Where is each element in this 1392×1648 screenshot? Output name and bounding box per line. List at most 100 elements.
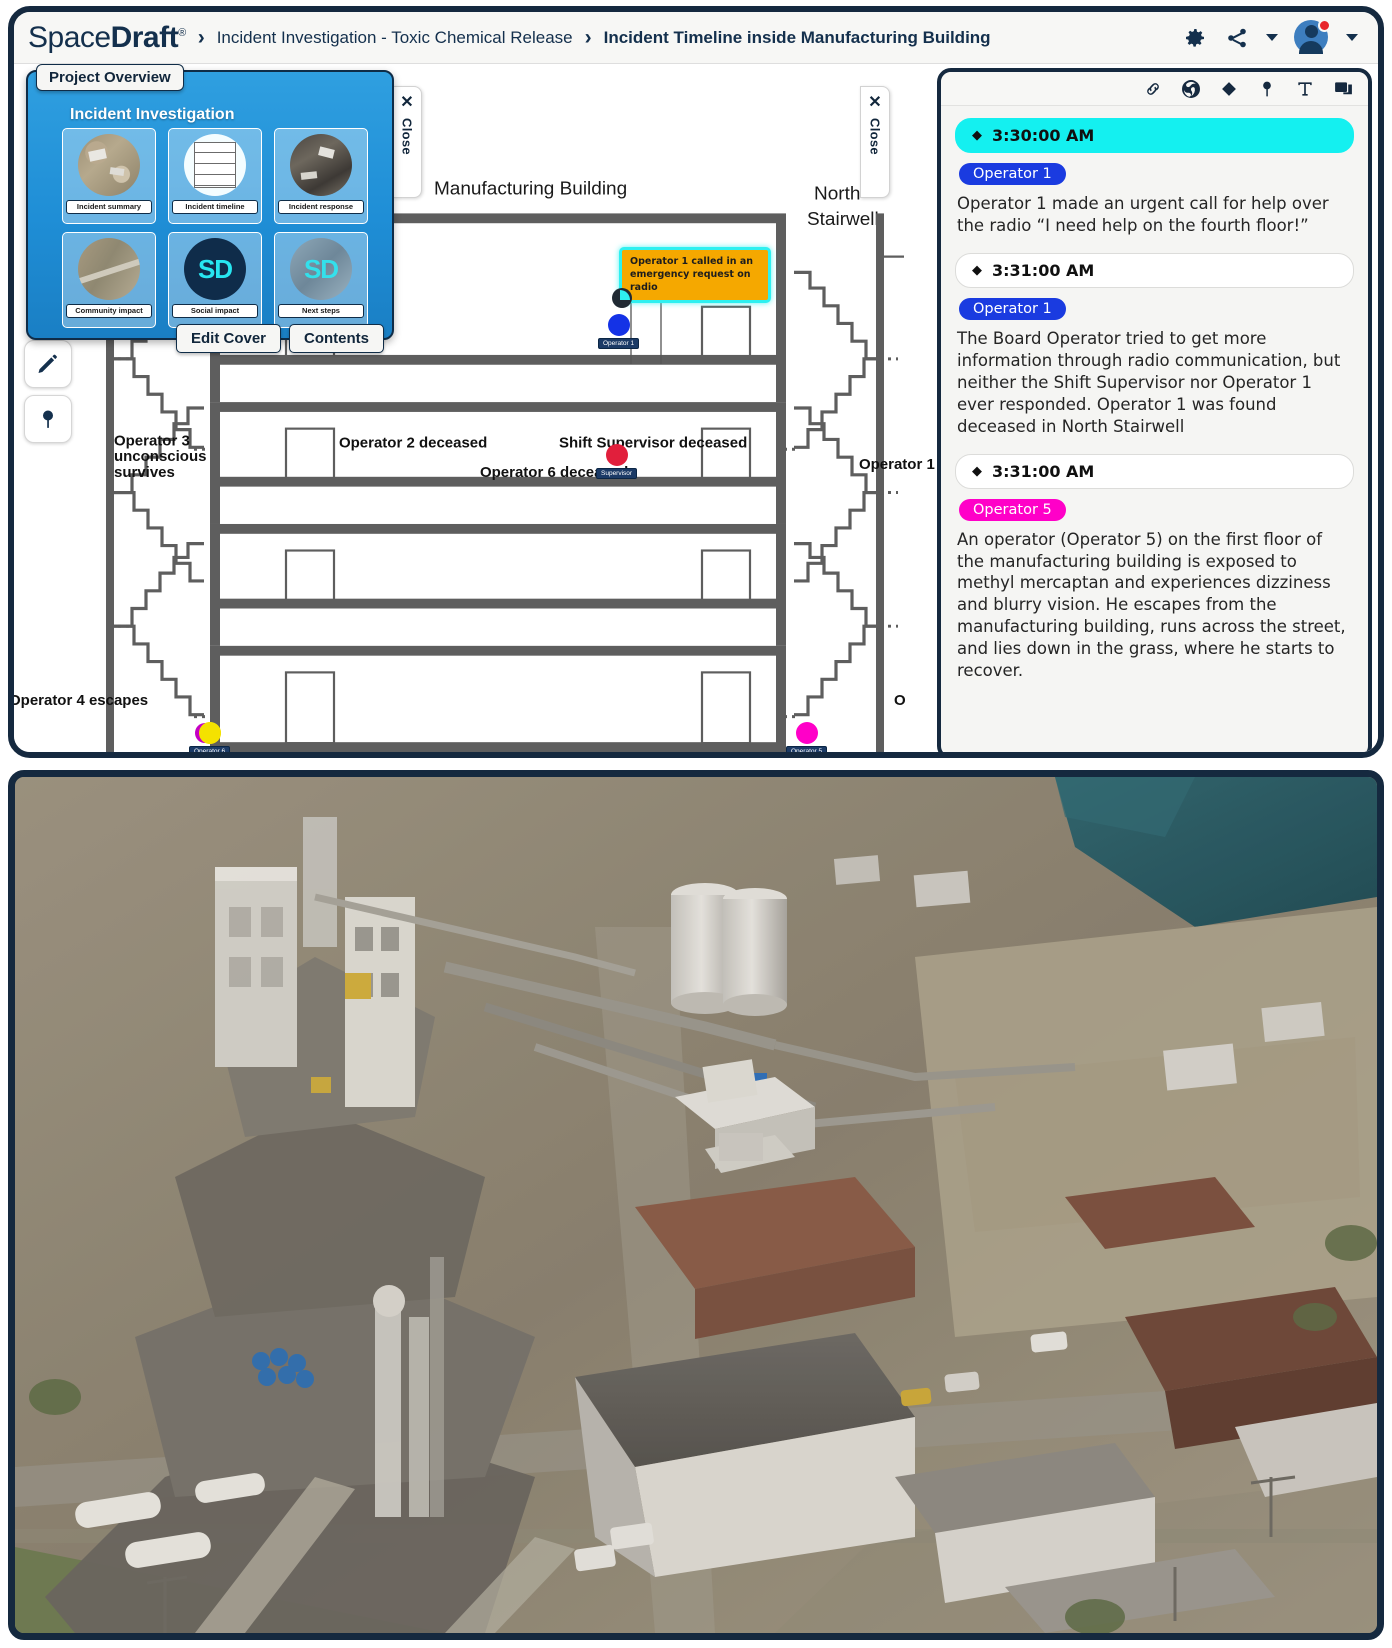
project-card-social-impact[interactable]: SD Social impact bbox=[168, 232, 262, 328]
project-card-incident-response[interactable]: Incident response bbox=[274, 128, 368, 224]
close-tab-left[interactable]: ✕ Close bbox=[392, 86, 422, 198]
media-icon[interactable] bbox=[1332, 78, 1354, 100]
breadcrumb-item-current[interactable]: Incident Timeline inside Manufacturing B… bbox=[604, 28, 991, 48]
gear-icon[interactable] bbox=[1182, 25, 1208, 51]
aerial-industrial-site-photo bbox=[15, 777, 1377, 1633]
callout-text: Operator 1 called in an emergency reques… bbox=[630, 256, 753, 293]
project-card-incident-summary[interactable]: Incident summary bbox=[62, 128, 156, 224]
north-stairwell bbox=[776, 255, 904, 719]
project-card-label: Incident response bbox=[278, 200, 364, 214]
close-icon: ✕ bbox=[868, 94, 882, 111]
annotation-operator4: Operator 4 escapes bbox=[14, 693, 148, 709]
project-overview-card-grid: Incident summary Incident timeline Incid… bbox=[62, 128, 368, 328]
timeline-timestamp[interactable]: ◆ 3:31:00 AM bbox=[955, 252, 1354, 288]
project-card-community-impact[interactable]: Community impact bbox=[62, 232, 156, 328]
project-card-label: Incident summary bbox=[66, 200, 152, 214]
sd-logo-text: SD bbox=[197, 253, 233, 284]
share-icon[interactable] bbox=[1224, 25, 1250, 51]
timeline-entry-text: The Board Operator tried to get more inf… bbox=[957, 328, 1341, 436]
application-window: SpaceDraft® › Incident Investigation - T… bbox=[8, 6, 1384, 758]
project-overview-tab[interactable]: Project Overview bbox=[36, 64, 184, 91]
project-card-label: Community impact bbox=[66, 304, 152, 318]
header-actions bbox=[1182, 18, 1364, 56]
timestamp-text: 3:30:00 AM bbox=[992, 126, 1095, 145]
building-diagram-thumbnail bbox=[184, 134, 246, 196]
diamond-icon: ◆ bbox=[972, 463, 982, 479]
marker-operator-5[interactable]: Operator 5 bbox=[786, 722, 828, 752]
project-card-label: Social impact bbox=[172, 304, 258, 318]
marker-dot bbox=[795, 722, 818, 744]
timestamp-text: 3:31:00 AM bbox=[992, 461, 1095, 481]
spacedraft-logo[interactable]: SpaceDraft® bbox=[28, 21, 186, 55]
breadcrumb-separator-1: › bbox=[197, 25, 205, 49]
building-title-label: Manufacturing Building bbox=[434, 178, 627, 199]
timeline-entry[interactable]: ◆ 3:31:00 AM Operator 1 The Board Operat… bbox=[955, 252, 1354, 438]
annotation-operator2: Operator 2 deceased bbox=[339, 435, 487, 451]
contents-button[interactable]: Contents bbox=[289, 324, 384, 353]
operator-tag[interactable]: Operator 1 bbox=[959, 163, 1066, 185]
text-icon[interactable] bbox=[1294, 78, 1316, 100]
project-card-label: Next steps bbox=[278, 304, 364, 318]
link-icon[interactable] bbox=[1142, 78, 1164, 100]
marker-dot bbox=[605, 444, 628, 466]
notification-badge bbox=[1318, 18, 1331, 32]
project-card-incident-timeline[interactable]: Incident timeline bbox=[168, 128, 262, 224]
timeline-timestamp[interactable]: ◆ 3:30:00 AM bbox=[955, 118, 1354, 153]
account-chevron-down-icon[interactable] bbox=[1346, 34, 1358, 41]
marker-dot bbox=[607, 314, 630, 336]
project-card-next-steps[interactable]: SD Next steps bbox=[274, 232, 368, 328]
timestamp-text: 3:31:00 AM bbox=[992, 260, 1095, 280]
project-card-label: Incident timeline bbox=[172, 200, 258, 214]
timeline-entry-text: Operator 1 made an urgent call for help … bbox=[957, 194, 1329, 235]
marker-dot bbox=[194, 722, 221, 744]
cycle-icon[interactable] bbox=[1180, 78, 1202, 100]
logo-registered-mark: ® bbox=[178, 26, 186, 39]
timeline-entries-list[interactable]: ◆ 3:30:00 AM Operator 1 Operator 1 made … bbox=[941, 106, 1368, 752]
pin-icon bbox=[43, 410, 53, 428]
sd-logo-dark-thumbnail: SD bbox=[184, 238, 246, 300]
north-stairwell-label-1: North bbox=[814, 183, 860, 204]
timeline-panel: ◆ 3:30:00 AM Operator 1 Operator 1 made … bbox=[937, 68, 1372, 752]
callout-anchor[interactable] bbox=[612, 288, 632, 308]
pin-icon[interactable] bbox=[1256, 78, 1278, 100]
share-chevron-down-icon[interactable] bbox=[1266, 34, 1278, 41]
timeline-entry-text: An operator (Operator 5) on the first fl… bbox=[957, 529, 1346, 681]
close-label: Close bbox=[399, 118, 415, 155]
diamond-icon: ◆ bbox=[972, 128, 982, 143]
north-stairwell-label-2: Stairwell bbox=[807, 208, 879, 229]
sd-logo-text: SD bbox=[303, 253, 339, 284]
marker-operator-6[interactable]: Operator 6 bbox=[189, 722, 231, 752]
breadcrumb-item-project[interactable]: Incident Investigation - Toxic Chemical … bbox=[217, 28, 573, 48]
pencil-tool-button[interactable] bbox=[24, 340, 72, 388]
timeline-entry[interactable]: ◆ 3:31:00 AM Operator 5 An operator (Ope… bbox=[955, 453, 1354, 683]
app-header: SpaceDraft® › Incident Investigation - T… bbox=[14, 12, 1378, 64]
edit-cover-button[interactable]: Edit Cover bbox=[175, 324, 281, 353]
callout-operator1[interactable]: Operator 1 called in an emergency reques… bbox=[619, 247, 771, 304]
timeline-toolbar bbox=[941, 72, 1368, 106]
marker-supervisor[interactable]: Supervisor bbox=[596, 444, 638, 479]
operator-tag[interactable]: Operator 1 bbox=[959, 297, 1066, 320]
logo-space: Space bbox=[28, 20, 111, 54]
annotation-operator-o: O bbox=[894, 693, 906, 709]
breadcrumb-separator-2: › bbox=[584, 25, 592, 49]
dark-aerial-thumbnail bbox=[290, 134, 352, 196]
marker-label: Operator 6 bbox=[189, 746, 231, 752]
close-icon: ✕ bbox=[400, 94, 414, 111]
pin-tool-button[interactable] bbox=[24, 395, 72, 443]
pencil-icon bbox=[38, 354, 57, 373]
aerial-photo-thumbnail bbox=[78, 134, 140, 196]
avatar[interactable] bbox=[1294, 18, 1331, 56]
timeline-timestamp[interactable]: ◆ 3:31:00 AM bbox=[955, 453, 1354, 489]
timeline-entry[interactable]: ◆ 3:30:00 AM Operator 1 Operator 1 made … bbox=[955, 118, 1354, 237]
annotation-supervisor: Shift Supervisor deceased bbox=[559, 435, 747, 451]
annotation-operator-right: Operator 1 bbox=[859, 457, 935, 473]
annotation-operator3-line3: survives bbox=[114, 465, 175, 481]
close-tab-right[interactable]: ✕ Close bbox=[860, 86, 890, 198]
diamond-icon[interactable] bbox=[1218, 78, 1240, 100]
operator-tag[interactable]: Operator 5 bbox=[959, 498, 1066, 521]
marker-operator-1[interactable]: Operator 1 bbox=[598, 314, 640, 349]
project-overview-buttons: Edit Cover Contents bbox=[175, 324, 384, 353]
project-overview-panel: Project Overview Incident Investigation … bbox=[26, 64, 394, 353]
floorplan-canvas[interactable]: .wall { fill: #5e5e5e; } .thin { fill: n… bbox=[14, 64, 1378, 752]
diamond-icon: ◆ bbox=[972, 262, 982, 278]
